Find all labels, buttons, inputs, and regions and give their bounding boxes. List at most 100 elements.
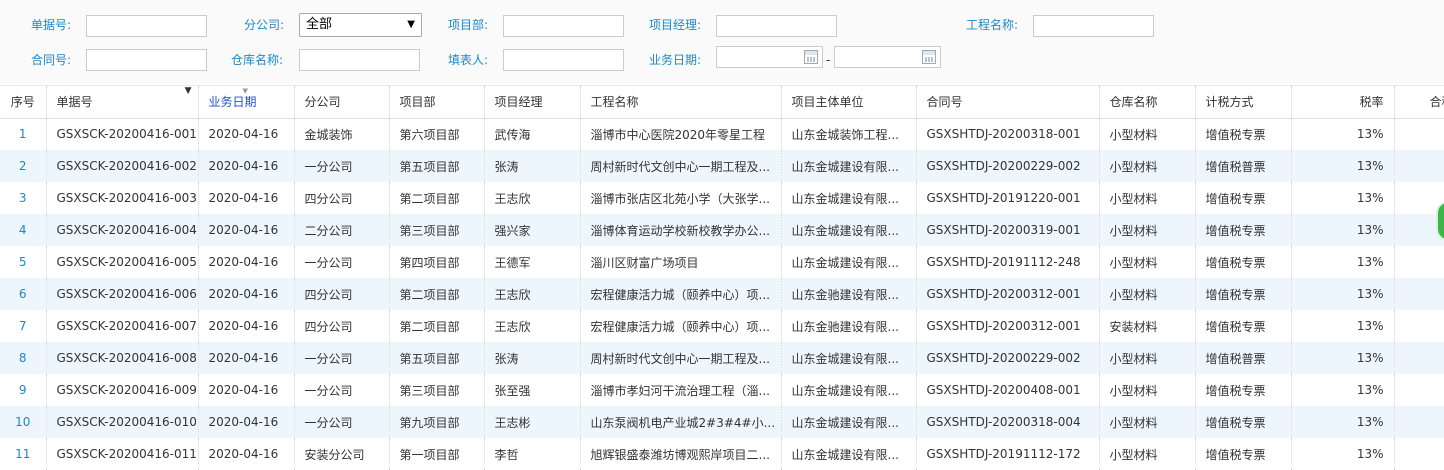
filler-input[interactable] xyxy=(503,49,624,71)
cell-tax-rate: 13% xyxy=(1291,438,1395,470)
col-header-main-unit[interactable]: 项目主体单位 xyxy=(781,86,917,119)
cell-branch: 金城装饰 xyxy=(294,118,390,150)
cell-index[interactable]: 10 xyxy=(0,406,47,438)
col-header-tax-rate[interactable]: 税率 xyxy=(1291,86,1395,119)
cell-index[interactable]: 4 xyxy=(0,214,47,246)
table-row[interactable]: 1 GSXSCK-20200416-001 2020-04-16 金城装饰 第六项目部武… xyxy=(0,118,1444,150)
cell-project-dept: 第二项目部 xyxy=(389,182,485,214)
branch-label: 分公司: xyxy=(244,18,285,32)
cell-project-name: 淄博市中心医院2020年零星工程 xyxy=(580,118,782,150)
table-row[interactable]: 4 GSXSCK-20200416-004 2020-04-16 二分公司 第三项目部强… xyxy=(0,214,1444,246)
filter-panel: 单据号: 分公司: 全部 ▼ 项目部: 项目经理: 工程名称: 合同号: 仓库名… xyxy=(0,0,1444,84)
cell-branch: 四分公司 xyxy=(294,278,390,310)
col-header-index[interactable]: 序号 xyxy=(0,86,47,119)
doc-no-input[interactable] xyxy=(86,15,207,37)
col-header-project-dept[interactable]: 项目部 xyxy=(389,86,485,119)
biz-date-start-input[interactable] xyxy=(716,46,823,68)
col-header-contract-no[interactable]: 合同号 xyxy=(916,86,1100,119)
biz-date-label: 业务日期: xyxy=(649,53,702,67)
cell-amount: 1,8 xyxy=(1394,406,1444,438)
branch-select[interactable]: 全部 ▼ xyxy=(299,13,422,37)
biz-date-end-input[interactable] xyxy=(834,46,941,68)
cell-main-unit: 山东金驰建设有限... xyxy=(781,310,917,342)
cell-main-unit: 山东金城建设有限... xyxy=(781,246,917,278)
table-row[interactable]: 10 GSXSCK-20200416-010 2020-04-16 一分公司 第九项目部… xyxy=(0,406,1444,438)
calendar-icon[interactable] xyxy=(804,50,818,64)
contract-no-input[interactable] xyxy=(86,49,207,71)
cell-index[interactable]: 11 xyxy=(0,438,47,470)
cell-tax-rate: 13% xyxy=(1291,374,1395,406)
cell-biz-date: 2020-04-16 xyxy=(198,150,295,182)
project-name-input[interactable] xyxy=(1033,15,1154,37)
col-header-warehouse[interactable]: 仓库名称 xyxy=(1099,86,1196,119)
cell-tax-method: 增值税专票 xyxy=(1195,246,1292,278)
col-header-amount[interactable]: 合税金 xyxy=(1394,86,1444,119)
doc-no-label: 单据号: xyxy=(31,18,72,32)
cell-tax-method: 增值税专票 xyxy=(1195,214,1292,246)
cell-index[interactable]: 8 xyxy=(0,342,47,374)
cell-project-dept: 第六项目部 xyxy=(389,118,485,150)
cell-project-manager: 王志欣 xyxy=(484,182,581,214)
cell-index[interactable]: 6 xyxy=(0,278,47,310)
cell-index[interactable]: 2 xyxy=(0,150,47,182)
project-manager-input[interactable] xyxy=(716,15,837,37)
cell-tax-method: 增值税普票 xyxy=(1195,342,1292,374)
cell-contract-no: GSXSHTDJ-20191112-248 xyxy=(916,246,1100,278)
cell-project-dept: 第三项目部 xyxy=(389,214,485,246)
table-row[interactable]: 5 GSXSCK-20200416-005 2020-04-16 一分公司 第四项目部王… xyxy=(0,246,1444,278)
cell-index[interactable]: 9 xyxy=(0,374,47,406)
cell-tax-rate: 13% xyxy=(1291,342,1395,374)
cell-tax-method: 增值税专票 xyxy=(1195,438,1292,470)
cell-project-dept: 第二项目部 xyxy=(389,278,485,310)
cell-biz-date: 2020-04-16 xyxy=(198,278,295,310)
table-row[interactable]: 8 GSXSCK-20200416-008 2020-04-16 一分公司 第五项目部张… xyxy=(0,342,1444,374)
table-row[interactable]: 3 GSXSCK-20200416-003 2020-04-16 四分公司 第二项目部王… xyxy=(0,182,1444,214)
cell-project-manager: 王德军 xyxy=(484,246,581,278)
calendar-icon[interactable] xyxy=(922,50,936,64)
table-row[interactable]: 7 GSXSCK-20200416-007 2020-04-16 四分公司 第二项目部王… xyxy=(0,310,1444,342)
cell-index[interactable]: 7 xyxy=(0,310,47,342)
cell-main-unit: 山东金城建设有限... xyxy=(781,214,917,246)
cell-index[interactable]: 3 xyxy=(0,182,47,214)
cell-amount: 9 xyxy=(1394,374,1444,406)
col-header-tax-method[interactable]: 计税方式 xyxy=(1195,86,1292,119)
cell-tax-method: 增值税专票 xyxy=(1195,406,1292,438)
cell-tax-rate: 13% xyxy=(1291,214,1395,246)
cell-branch: 安装分公司 xyxy=(294,438,390,470)
warehouse-input[interactable] xyxy=(299,49,420,71)
cell-project-name: 淄川区财富广场项目 xyxy=(580,246,782,278)
col-header-biz-date[interactable]: ▼ 业务日期 xyxy=(198,86,295,119)
cell-index[interactable]: 5 xyxy=(0,246,47,278)
cell-amount: 1,5 xyxy=(1394,310,1444,342)
cell-doc-no: GSXSCK-20200416-006 xyxy=(46,278,199,310)
cell-project-dept: 第三项目部 xyxy=(389,374,485,406)
warehouse-label: 仓库名称: xyxy=(231,53,284,67)
cell-contract-no: GSXSHTDJ-20200229-002 xyxy=(916,150,1100,182)
project-dept-input[interactable] xyxy=(503,15,624,37)
col-header-branch[interactable]: 分公司 xyxy=(294,86,390,119)
cell-contract-no: GSXSHTDJ-20200312-001 xyxy=(916,310,1100,342)
col-header-biz-date-label: 业务日期 xyxy=(208,95,257,110)
cell-branch: 四分公司 xyxy=(294,310,390,342)
cell-branch: 一分公司 xyxy=(294,342,390,374)
cell-main-unit: 山东金城建设有限... xyxy=(781,406,917,438)
cell-warehouse: 小型材料 xyxy=(1099,182,1196,214)
cell-tax-rate: 13% xyxy=(1291,406,1395,438)
table-row[interactable]: 2 GSXSCK-20200416-002 2020-04-16 一分公司 第五项目部张… xyxy=(0,150,1444,182)
col-header-doc-no[interactable]: 单据号 ▼ xyxy=(46,86,199,119)
column-menu-icon[interactable]: ▼ xyxy=(185,86,192,96)
cell-warehouse: 小型材料 xyxy=(1099,278,1196,310)
cell-tax-method: 增值税普票 xyxy=(1195,150,1292,182)
cell-doc-no: GSXSCK-20200416-008 xyxy=(46,342,199,374)
table-row[interactable]: 11 GSXSCK-20200416-011 2020-04-16 安装分公司 第一项目… xyxy=(0,438,1444,470)
col-header-project-manager[interactable]: 项目经理 xyxy=(484,86,581,119)
cell-doc-no: GSXSCK-20200416-010 xyxy=(46,406,199,438)
cell-warehouse: 小型材料 xyxy=(1099,438,1196,470)
table-row[interactable]: 6 GSXSCK-20200416-006 2020-04-16 四分公司 第二项目部王… xyxy=(0,278,1444,310)
floating-action-button[interactable] xyxy=(1436,201,1444,241)
col-header-project-name[interactable]: 工程名称 xyxy=(580,86,782,119)
cell-index[interactable]: 1 xyxy=(0,118,47,150)
cell-doc-no: GSXSCK-20200416-005 xyxy=(46,246,199,278)
outbound-table: 序号 单据号 ▼ ▼ 业务日期 分公司 项目部 项目经理 工程名称 项目主体单位 合… xyxy=(0,86,1444,470)
table-row[interactable]: 9 GSXSCK-20200416-009 2020-04-16 一分公司 第三项目部张… xyxy=(0,374,1444,406)
